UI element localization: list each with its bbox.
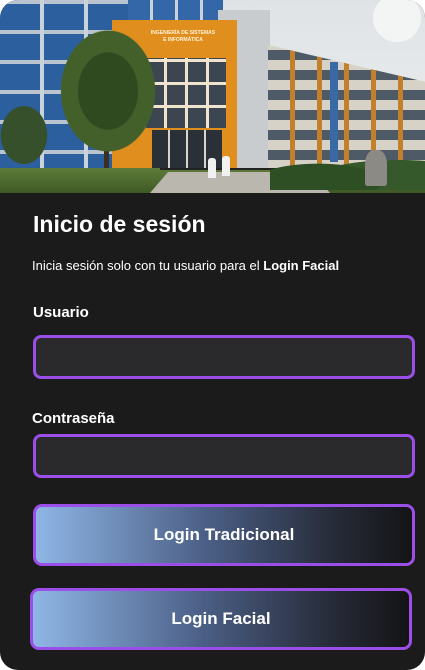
- stone-monument: [365, 150, 387, 186]
- login-facial-button[interactable]: Login Facial: [30, 588, 412, 650]
- subtitle-bold: Login Facial: [263, 258, 340, 273]
- subtitle-text: Inicia sesión solo con tu usuario para e…: [32, 258, 264, 273]
- shrubs: [270, 150, 425, 190]
- username-field[interactable]: [33, 335, 415, 379]
- login-card: INGENIERÍA DE SISTEMAS E INFORMÁTICA Ini…: [0, 0, 425, 670]
- person-figure: [208, 158, 216, 178]
- campus-photo: INGENIERÍA DE SISTEMAS E INFORMÁTICA: [0, 0, 425, 193]
- sky: [355, 0, 425, 60]
- building-column: [330, 62, 338, 162]
- password-field[interactable]: [33, 434, 415, 478]
- page-subtitle: Inicia sesión solo con tu usuario para e…: [32, 258, 339, 273]
- page-title: Inicio de sesión: [33, 211, 206, 237]
- tree-center: [48, 28, 168, 168]
- password-label: Contraseña: [32, 410, 115, 427]
- username-label: Usuario: [33, 304, 89, 321]
- login-traditional-button[interactable]: Login Tradicional: [33, 504, 415, 566]
- person-figure: [222, 156, 230, 176]
